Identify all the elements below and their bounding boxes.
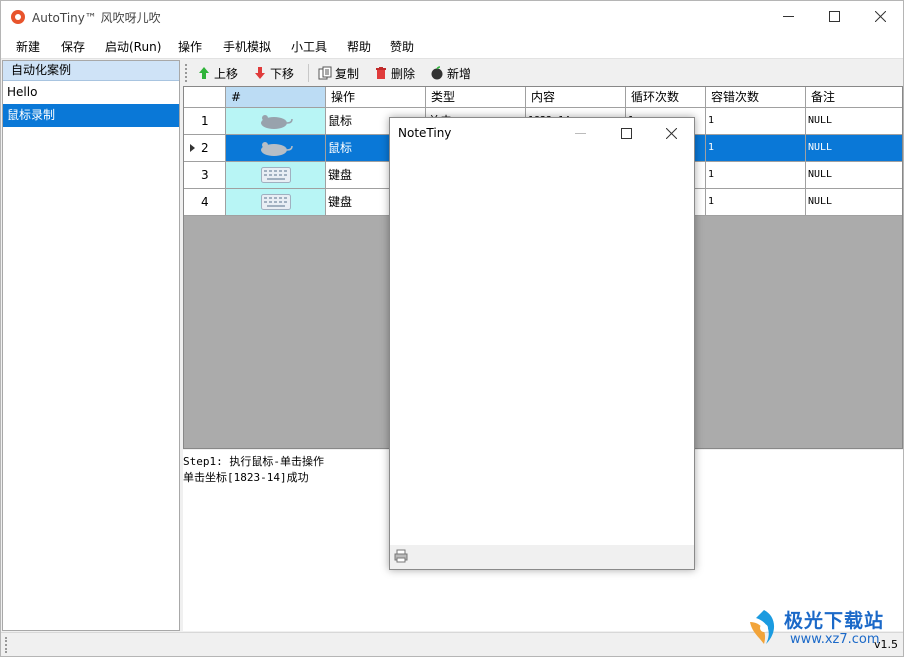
menu-bar: 新建 保存 启动(Run) 操作 手机模拟 小工具 帮助 赞助 [1,32,903,59]
title-bar: AutoTiny™ 风吹呀儿吹 [1,1,903,32]
maximize-icon [620,127,632,139]
case-list-header: 自动化案例 [3,61,179,81]
col-header-retry[interactable]: 容错次数 [706,87,806,108]
move-down-label: 下移 [270,66,295,81]
row-note: NULL [806,162,902,189]
row-icon-cell [226,135,326,162]
maximize-button[interactable] [811,1,857,32]
row-number: 2 [184,135,226,162]
col-header-num[interactable]: # [226,87,326,108]
copy-icon [318,66,332,80]
add-label: 新增 [447,66,472,81]
case-item-mouse-record[interactable]: 鼠标录制 [3,104,179,127]
toolbar-separator [308,64,309,82]
menu-phone-sim[interactable]: 手机模拟 [223,38,271,55]
row-retry: 1 [706,108,806,135]
row-note: NULL [806,108,902,135]
minimize-icon [782,16,794,17]
row-number: 1 [184,108,226,135]
row-retry: 1 [706,162,806,189]
minimize-button[interactable] [765,1,811,32]
arrow-up-icon [199,67,209,79]
mouse-icon [260,142,293,156]
current-row-arrow-icon [190,144,195,152]
delete-label: 删除 [391,66,416,81]
watermark-url: www.xz7.com [790,632,880,647]
status-grip [5,637,8,653]
copy-button[interactable]: 复制 [318,63,359,83]
toolbar: 上移 下移 复制 删除 新增 [183,60,903,86]
main-window: AutoTiny™ 风吹呀儿吹 新建 保存 启动(Run) 操作 手机模拟 小工… [0,0,904,657]
close-icon [874,11,886,22]
col-header-type[interactable]: 类型 [426,87,526,108]
col-header-note[interactable]: 备注 [806,87,902,108]
row-retry: 1 [706,135,806,162]
row-number: 3 [184,162,226,189]
notetiny-close-button[interactable] [648,118,694,148]
add-button[interactable]: 新增 [430,63,471,83]
row-icon-cell [226,162,326,189]
printer-icon[interactable] [394,549,408,563]
window-title: AutoTiny™ 风吹呀儿吹 [32,11,161,25]
notetiny-maximize-button[interactable] [603,118,649,148]
move-up-button[interactable]: 上移 [197,63,238,83]
delete-button[interactable]: 删除 [374,63,415,83]
col-header-content[interactable]: 内容 [526,87,626,108]
menu-help[interactable]: 帮助 [347,38,371,55]
apple-icon [431,66,443,80]
menu-run[interactable]: 启动(Run) [105,38,161,55]
close-button[interactable] [857,1,903,32]
row-note: NULL [806,189,902,216]
log-line: 单击坐标[1823-14]成功 [183,471,309,484]
col-header-operation[interactable]: 操作 [326,87,426,108]
menu-operation[interactable]: 操作 [178,38,202,55]
app-logo-icon [11,10,25,24]
row-retry: 1 [706,189,806,216]
watermark-logo-icon [750,610,775,644]
row-icon-cell [226,189,326,216]
row-note: NULL [806,135,902,162]
keyboard-icon [260,194,291,210]
move-down-button[interactable]: 下移 [253,63,294,83]
notetiny-minimize-button[interactable] [557,118,603,148]
notetiny-footer [390,545,694,569]
row-icon-cell [226,108,326,135]
close-icon [665,127,677,139]
row-number: 4 [184,189,226,216]
watermark-name: 极光下载站 [784,610,885,632]
case-list-panel: 自动化案例 Hello 鼠标录制 [2,60,180,631]
toolbar-grip [185,64,188,82]
notetiny-title: NoteTiny [398,126,452,140]
log-line: Step1: 执行鼠标-单击操作 [183,455,324,468]
row-number-text: 2 [201,141,209,155]
watermark: 极光下载站 www.xz7.com [746,604,901,652]
case-item-hello[interactable]: Hello [3,81,179,104]
maximize-icon [828,11,840,22]
menu-sponsor[interactable]: 赞助 [390,38,414,55]
keyboard-icon [260,167,291,183]
col-header-loop[interactable]: 循环次数 [626,87,706,108]
trash-icon [376,67,386,79]
notetiny-window[interactable]: NoteTiny [389,117,695,570]
arrow-down-icon [255,67,265,79]
menu-tools[interactable]: 小工具 [291,38,327,55]
minimize-icon [574,132,586,134]
grid-corner-header [184,87,226,108]
copy-label: 复制 [335,66,360,81]
menu-new[interactable]: 新建 [16,38,40,55]
menu-save[interactable]: 保存 [61,38,85,55]
move-up-label: 上移 [214,66,239,81]
mouse-icon [260,115,293,129]
